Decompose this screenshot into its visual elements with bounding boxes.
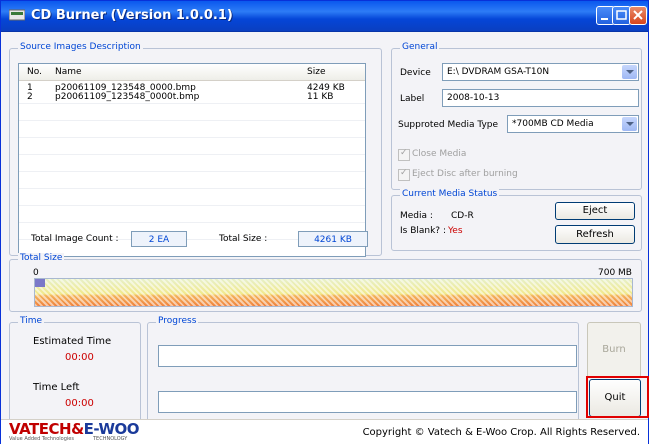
progress-group-label: Progress [156,316,199,326]
source-images-group: Source Images Description No. Name Size … [9,42,382,257]
total-size-group-label: Total Size [18,253,65,263]
row-divider [19,205,365,206]
total-image-count-value: 2 EA [131,231,187,247]
device-select-value: E:\ DVDRAM GSA-T10N [447,67,550,77]
size-scale-min: 0 [33,268,39,278]
time-left-label: Time Left [33,382,80,393]
file-progress-bar [158,345,577,367]
column-header-name[interactable]: Name [55,67,82,77]
is-blank-value: Yes [448,226,463,236]
is-blank-label: Is Blank? : [400,226,446,236]
time-left-value: 00:00 [65,398,94,409]
device-label: Device [400,68,431,78]
close-icon [633,10,643,20]
media-type-select[interactable]: *700MB CD Media [507,115,639,133]
close-button[interactable] [629,6,647,25]
title-bar[interactable]: CD Burner (Version 1.0.0.1) [1,1,648,32]
close-media-checkbox[interactable]: Close Media [398,148,518,161]
row-divider [19,188,365,189]
row-size: 11 KB [307,92,334,102]
eject-after-burning-checkbox[interactable]: Eject Disc after burning [398,168,548,181]
total-image-count-label: Total Image Count : [31,234,119,244]
source-images-list[interactable]: No. Name Size 1 p20061109_123548_0000.bm… [18,63,366,257]
copyright-text: Copyright © Vatech & E-Woo Crop. All Rig… [362,427,640,438]
app-window: CD Burner (Version 1.0.0.1) Source Image… [0,0,649,444]
size-scale-max: 700 MB [598,268,632,278]
quit-highlight-box [586,376,649,418]
device-select[interactable]: E:\ DVDRAM GSA-T10N [442,63,639,81]
total-size-fill [35,279,45,287]
refresh-button[interactable]: Refresh [555,225,635,244]
chevron-down-icon[interactable] [622,117,637,131]
media-type-select-value: *700MB CD Media [512,119,594,129]
window-body: Source Images Description No. Name Size … [1,32,648,444]
cd-burner-app-icon [9,9,25,21]
eject-button[interactable]: Eject [555,202,635,220]
label-field-label: Label [400,94,425,104]
row-divider [19,137,365,138]
table-row[interactable]: 2 p20061109_123548_0000t.bmp 11 KB [19,92,365,102]
eject-after-burning-label: Eject Disc after burning [412,169,518,179]
estimated-time-value: 00:00 [65,352,94,363]
disc-label-input[interactable]: 2008-10-13 [442,89,639,107]
row-divider [19,154,365,155]
logo-technology: TECHNOLOGY [93,436,128,442]
source-images-group-label: Source Images Description [18,42,143,52]
general-group-label: General [400,42,440,52]
media-status-group-label: Current Media Status [400,189,500,199]
maximize-icon [616,10,627,20]
row-divider [19,120,365,121]
window-title: CD Burner (Version 1.0.0.1) [31,8,233,23]
row-divider [19,171,365,172]
checkbox-icon [398,168,410,181]
column-header-no[interactable]: No. [27,67,42,77]
row-divider [19,222,365,223]
checkbox-icon [398,148,410,161]
media-label: Media : [400,211,433,221]
total-progress-bar [158,391,577,413]
row-no: 2 [27,92,33,102]
column-header-size[interactable]: Size [307,67,325,77]
row-name: p20061109_123548_0000t.bmp [55,92,200,102]
chevron-down-icon[interactable] [622,65,637,79]
media-value: CD-R [451,211,474,221]
row-divider [19,103,365,104]
total-size-bar [34,278,633,307]
close-media-label: Close Media [412,149,467,159]
media-type-label: Supproted Media Type [398,120,499,130]
total-size-value: 4261 KB [298,231,368,247]
estimated-time-label: Estimated Time [33,336,112,347]
burn-button[interactable]: Burn [587,322,641,378]
total-size-label: Total Size : [219,234,268,244]
logo-tagline: Value Added Technologies [9,436,74,442]
time-group-label: Time [18,316,45,326]
list-header: No. Name Size [19,64,365,81]
disc-label-input-value: 2008-10-13 [447,93,500,103]
